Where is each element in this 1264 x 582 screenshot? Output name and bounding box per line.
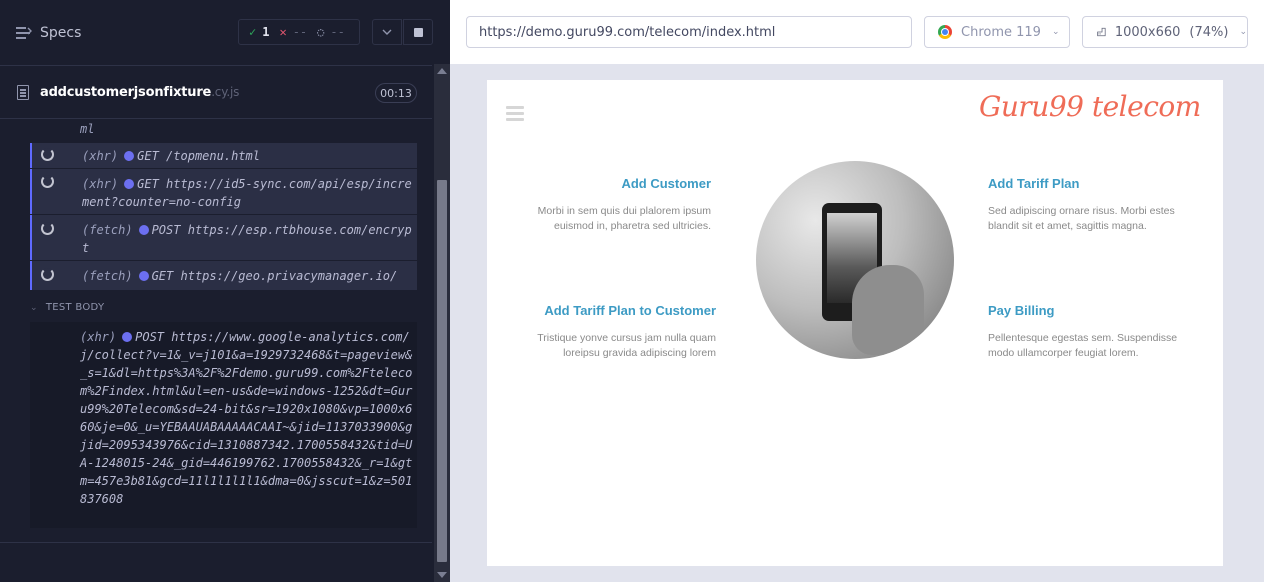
feature-add-tariff-plan-to-customer: Add Tariff Plan to Customer Tristique yo… — [506, 303, 716, 361]
command-row[interactable]: (xhr) GET https://id5-sync.com/api/esp/in… — [30, 169, 417, 214]
viewport-zoom: (74%) — [1189, 24, 1229, 40]
scroll-thumb[interactable] — [437, 180, 447, 562]
command-text: (xhr) POST https://www.google-analytics.c… — [80, 328, 413, 508]
spec-duration: 00:13 — [375, 83, 417, 103]
spec-name: addcustomerjsonfixture — [40, 85, 212, 100]
feature-title-link[interactable]: Pay Billing — [988, 303, 1198, 318]
reporter-header: Specs ✓ 1 ✕ -- ◌ -- — [0, 0, 450, 64]
feature-description: Sed adipiscing ornare risus. Morbi estes… — [988, 205, 1175, 232]
status-dot — [124, 151, 135, 161]
spinner-icon — [41, 175, 54, 188]
hamburger-icon[interactable] — [506, 106, 524, 124]
chevron-down-icon: ⌄ — [1239, 27, 1247, 37]
passed-count: 1 — [262, 25, 270, 39]
feature-title-link[interactable]: Add Tariff Plan — [988, 176, 1198, 191]
reporter-footer-divider — [0, 542, 432, 543]
test-stats: ✓ 1 ✕ -- ◌ -- — [238, 19, 360, 45]
pending-stat: ◌ -- — [307, 25, 345, 39]
site-logo[interactable]: Guru99 telecom — [979, 90, 1201, 123]
feature-title-link[interactable]: Add Customer — [501, 176, 711, 191]
scroll-up-arrow[interactable] — [437, 68, 447, 74]
command-method: GET — [137, 177, 159, 191]
command-url: /topmenu.html — [166, 149, 260, 163]
command-method: GET — [151, 269, 174, 283]
test-body-command[interactable]: (xhr) POST https://www.google-analytics.c… — [30, 322, 417, 528]
stop-button[interactable] — [403, 19, 433, 45]
aut-iframe: Guru99 telecom Add Customer Morbi in sem… — [487, 80, 1223, 566]
feature-add-customer: Add Customer Morbi in sem quis dui plalo… — [501, 176, 711, 234]
feature-description: Morbi in sem quis dui plalorem ipsum eui… — [537, 205, 711, 232]
check-icon: ✓ — [249, 25, 257, 39]
spec-header[interactable]: addcustomerjsonfixture.cy.js 00:13 — [0, 65, 432, 119]
command-kind: (fetch) — [82, 223, 133, 237]
specs-menu-icon — [16, 27, 32, 39]
viewport-icon — [1097, 27, 1106, 37]
url-bar[interactable]: https://demo.guru99.com/telecom/index.ht… — [466, 16, 912, 48]
command-text: (xhr) GET /topmenu.html — [82, 147, 413, 165]
chrome-icon — [938, 25, 952, 39]
command-text: (fetch) POST https://esp.rtbhouse.com/enc… — [82, 221, 413, 257]
feature-add-tariff-plan: Add Tariff Plan Sed adipiscing ornare ri… — [988, 176, 1198, 234]
spec-extension: .cy.js — [211, 85, 240, 99]
browser-label: Chrome 119 — [961, 24, 1041, 40]
pending-icon: ◌ — [317, 25, 325, 39]
autoscroll-toggle-button[interactable] — [372, 19, 402, 45]
hero-phone-image — [756, 161, 954, 359]
command-method: GET — [137, 149, 159, 163]
failed-stat: ✕ -- — [269, 25, 307, 39]
spinner-icon — [41, 222, 54, 235]
command-row[interactable]: (xhr) GET /topmenu.html — [30, 143, 417, 168]
viewport-size: 1000x660 — [1114, 24, 1181, 40]
viewport-info-button[interactable]: 1000x660 (74%) ⌄ — [1082, 16, 1248, 48]
chevron-down-icon — [382, 29, 392, 35]
command-row[interactable]: (fetch) GET https://geo.privacymanager.io… — [30, 261, 417, 290]
command-url: https://geo.privacymanager.io/ — [180, 269, 398, 283]
status-dot — [138, 225, 149, 235]
aut-header: https://demo.guru99.com/telecom/index.ht… — [450, 0, 1264, 64]
failed-count: -- — [292, 25, 308, 39]
feature-description: Tristique yonve cursus jam nulla quam lo… — [537, 332, 716, 359]
chevron-down-icon: ⌄ — [1051, 27, 1060, 37]
command-method: POST — [135, 330, 165, 344]
chevron-down-icon: ⌄ — [30, 302, 38, 313]
command-log: ml (xhr) GET /topmenu.html (xhr) GET https… — [0, 120, 432, 542]
command-kind: (xhr) — [80, 330, 117, 344]
command-text: (fetch) GET https://geo.privacymanager.io… — [82, 267, 413, 285]
status-dot — [122, 332, 133, 342]
spinner-icon — [41, 268, 54, 281]
spec-filename: addcustomerjsonfixture.cy.js — [40, 85, 239, 100]
scroll-down-arrow[interactable] — [437, 572, 447, 578]
feature-pay-billing: Pay Billing Pellentesque egestas sem. Su… — [988, 303, 1198, 361]
command-log-fragment: ml — [30, 120, 417, 140]
feature-description: Pellentesque egestas sem. Suspendisse mo… — [988, 332, 1178, 359]
passed-stat: ✓ 1 — [239, 25, 269, 39]
command-kind: (xhr) — [82, 149, 119, 163]
pending-count: -- — [330, 25, 345, 39]
command-text-fragment: ml — [80, 122, 95, 136]
command-log-panel: Specs ✓ 1 ✕ -- ◌ -- addcustomerjsonfixtu… — [0, 0, 450, 582]
file-icon — [17, 85, 29, 100]
stop-icon — [413, 27, 423, 37]
command-url: https://www.google-analytics.com/j/colle… — [80, 330, 413, 506]
command-text: (xhr) GET https://id5-sync.com/api/esp/in… — [82, 175, 413, 211]
test-body-header[interactable]: ⌄ TEST BODY — [30, 302, 104, 313]
hand-illustration — [852, 265, 924, 355]
spinner-icon — [41, 148, 54, 161]
feature-title-link[interactable]: Add Tariff Plan to Customer — [506, 303, 716, 318]
reporter-scrollbar[interactable] — [434, 64, 450, 582]
app-under-test-panel: https://demo.guru99.com/telecom/index.ht… — [450, 0, 1264, 582]
command-method: POST — [151, 223, 181, 237]
command-kind: (xhr) — [82, 177, 119, 191]
command-kind: (fetch) — [82, 269, 133, 283]
status-dot — [124, 179, 135, 189]
command-row[interactable]: (fetch) POST https://esp.rtbhouse.com/enc… — [30, 215, 417, 260]
status-dot — [138, 271, 149, 281]
specs-button[interactable]: Specs — [16, 22, 81, 44]
test-body-label: TEST BODY — [45, 302, 105, 313]
x-icon: ✕ — [279, 25, 287, 39]
specs-label: Specs — [40, 25, 82, 41]
browser-selector[interactable]: Chrome 119 ⌄ — [924, 16, 1070, 48]
